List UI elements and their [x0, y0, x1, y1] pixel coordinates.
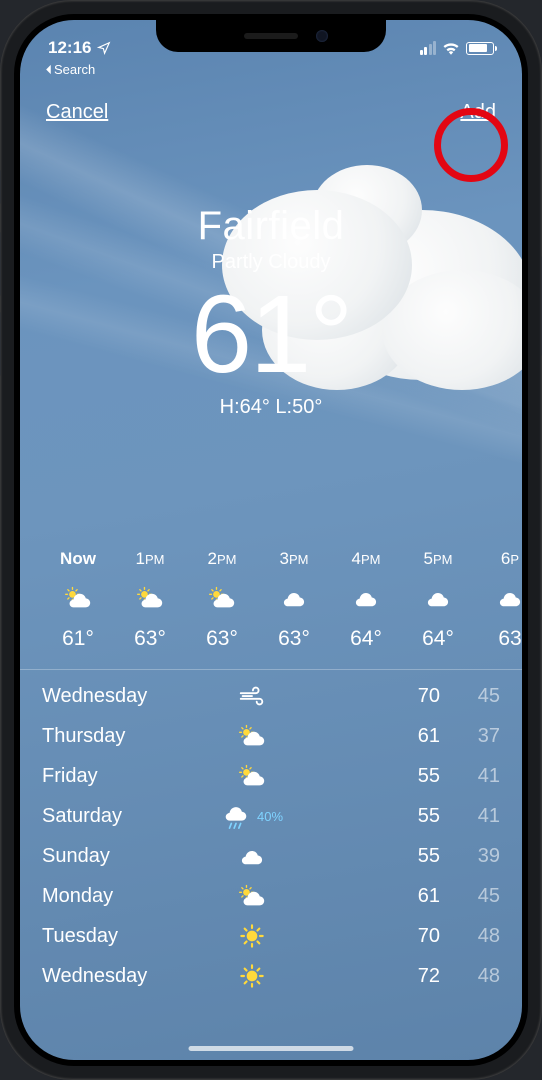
hour-col: 2PM 63°	[186, 549, 258, 651]
status-time: 12:16	[48, 38, 91, 58]
hour-label: 3PM	[258, 549, 330, 569]
hour-label: 1PM	[114, 549, 186, 569]
partly-sunny-icon	[212, 763, 292, 789]
high-low: H:64° L:50°	[20, 396, 522, 419]
day-name: Wednesday	[42, 965, 212, 988]
chevron-left-icon	[44, 64, 52, 75]
day-low: 39	[460, 845, 500, 868]
day-name: Thursday	[42, 725, 212, 748]
day-high: 70	[292, 925, 460, 948]
day-low: 41	[460, 765, 500, 788]
day-low: 45	[460, 685, 500, 708]
day-row: Wednesday 7045	[42, 676, 500, 716]
location-icon	[97, 41, 111, 55]
battery-icon	[466, 42, 494, 55]
back-to-search[interactable]: Search	[20, 62, 522, 77]
day-name: Tuesday	[42, 925, 212, 948]
hour-col: 6P 63	[474, 549, 522, 651]
day-high: 55	[292, 805, 460, 828]
hour-temp: 64°	[402, 627, 474, 651]
partly-sunny-icon	[42, 583, 114, 613]
partly-sunny-icon	[186, 583, 258, 613]
day-high: 61	[292, 725, 460, 748]
day-row: Saturday 40% 5541	[42, 796, 500, 836]
hour-temp: 61°	[42, 627, 114, 651]
day-high: 70	[292, 685, 460, 708]
hour-col: 5PM 64°	[402, 549, 474, 651]
sun-icon	[212, 964, 292, 988]
add-button[interactable]: Add	[460, 101, 496, 124]
hour-temp: 63°	[258, 627, 330, 651]
partly-sunny-icon	[212, 883, 292, 909]
hour-temp: 64°	[330, 627, 402, 651]
rain-icon: 40%	[212, 802, 292, 830]
cloud-icon	[330, 583, 402, 613]
mute-switch[interactable]	[0, 170, 1, 204]
day-high: 72	[292, 965, 460, 988]
hour-temp: 63°	[186, 627, 258, 651]
partly-sunny-icon	[114, 583, 186, 613]
day-low: 37	[460, 725, 500, 748]
day-name: Friday	[42, 765, 212, 788]
day-row: Monday 6145	[42, 876, 500, 916]
hour-label: Now	[42, 549, 114, 569]
day-row: Thursday 6137	[42, 716, 500, 756]
day-name: Saturday	[42, 805, 212, 828]
cloud-icon	[258, 583, 330, 613]
phone-bezel: 12:16 Search	[14, 14, 528, 1066]
nav-row: Cancel Add	[20, 77, 522, 124]
hour-col: 3PM 63°	[258, 549, 330, 651]
current-temp: 61°	[20, 280, 522, 390]
partly-sunny-icon	[212, 723, 292, 749]
city-name: Fairfield	[20, 204, 522, 249]
hourly-forecast[interactable]: Now 61° 1PM 63° 2PM 63° 3PM 63° 4PM 64° 5PM 64° 6P 63	[20, 549, 522, 670]
hour-col: 4PM 64°	[330, 549, 402, 651]
cancel-button[interactable]: Cancel	[46, 101, 108, 124]
phone-frame: 12:16 Search	[0, 0, 542, 1080]
day-low: 48	[460, 925, 500, 948]
day-low: 41	[460, 805, 500, 828]
day-row: Sunday 5539	[42, 836, 500, 876]
hour-col: 1PM 63°	[114, 549, 186, 651]
day-row: Tuesday 7048	[42, 916, 500, 956]
day-name: Sunday	[42, 845, 212, 868]
back-to-label: Search	[54, 62, 95, 77]
hour-temp: 63	[474, 627, 522, 651]
wind-icon	[212, 685, 292, 707]
hour-label: 2PM	[186, 549, 258, 569]
day-row: Wednesday 7248	[42, 956, 500, 996]
home-indicator[interactable]	[189, 1046, 354, 1051]
day-row: Friday 5541	[42, 756, 500, 796]
condition-text: Partly Cloudy	[20, 251, 522, 274]
volume-down-button[interactable]	[0, 312, 1, 376]
day-low: 48	[460, 965, 500, 988]
day-name: Monday	[42, 885, 212, 908]
day-low: 45	[460, 885, 500, 908]
current-weather: Fairfield Partly Cloudy 61° H:64° L:50°	[20, 204, 522, 419]
sun-icon	[212, 924, 292, 948]
day-high: 55	[292, 845, 460, 868]
precip-chance: 40%	[257, 809, 283, 824]
screen: 12:16 Search	[20, 20, 522, 1060]
volume-up-button[interactable]	[0, 232, 1, 296]
hour-temp: 63°	[114, 627, 186, 651]
hour-label: 4PM	[330, 549, 402, 569]
cloud-icon	[402, 583, 474, 613]
day-high: 61	[292, 885, 460, 908]
day-high: 55	[292, 765, 460, 788]
cloud-icon	[212, 845, 292, 867]
hour-label: 5PM	[402, 549, 474, 569]
daily-forecast[interactable]: Wednesday7045Thursday6137Friday5541Satur…	[20, 670, 522, 996]
hour-col: Now 61°	[42, 549, 114, 651]
notch	[156, 20, 386, 52]
hour-label: 6P	[474, 549, 522, 569]
day-name: Wednesday	[42, 685, 212, 708]
cellular-icon	[420, 41, 437, 55]
wifi-icon	[442, 41, 460, 55]
cloud-icon	[474, 583, 522, 613]
